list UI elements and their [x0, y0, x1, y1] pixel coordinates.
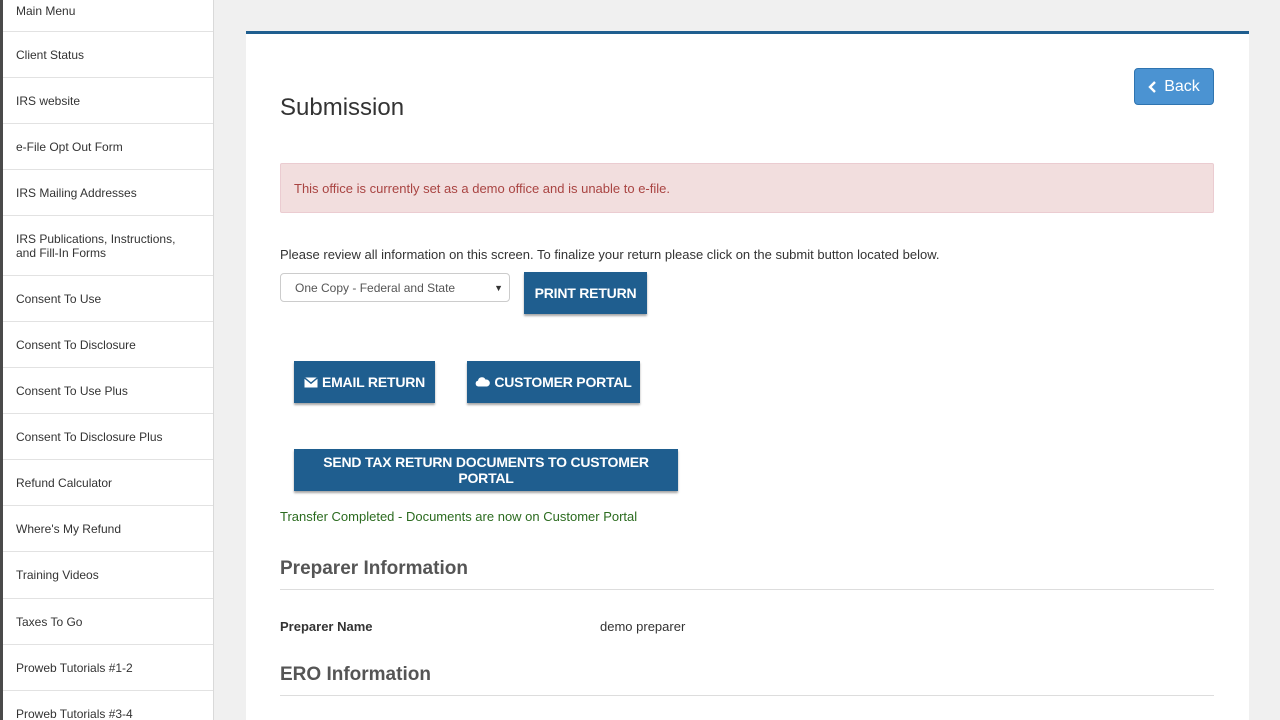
sidebar-item-irs-mailing-addresses[interactable]: IRS Mailing Addresses: [3, 170, 213, 216]
sidebar-item-efile-opt-out[interactable]: e-File Opt Out Form: [3, 124, 213, 170]
sidebar-item-label: Proweb Tutorials #1-2: [16, 660, 133, 675]
sidebar-item-proweb-tutorials-3-4[interactable]: Proweb Tutorials #3-4: [3, 691, 213, 720]
sidebar-item-consent-to-disclosure-plus[interactable]: Consent To Disclosure Plus: [3, 414, 213, 460]
sidebar-item-consent-to-disclosure[interactable]: Consent To Disclosure: [3, 322, 213, 368]
section-divider: [280, 695, 1214, 696]
demo-office-alert: This office is currently set as a demo o…: [280, 163, 1214, 213]
sidebar-item-label: Where's My Refund: [16, 521, 121, 536]
ero-information-heading: ERO Information: [280, 664, 431, 685]
print-return-button[interactable]: PRINT RETURN: [524, 272, 647, 314]
sidebar-item-client-status[interactable]: Client Status: [3, 32, 213, 78]
section-divider: [280, 589, 1214, 590]
sidebar-item-label: IRS Publications, Instructions, and Fill…: [16, 231, 176, 260]
sidebar-item-training-videos[interactable]: Training Videos: [3, 552, 213, 599]
sidebar-item-label: Consent To Use: [16, 291, 102, 306]
submission-panel: Submission Back This office is currently…: [246, 31, 1249, 720]
cloud-icon: [475, 377, 491, 387]
preparer-information-heading: Preparer Information: [280, 558, 468, 579]
sidebar-item-proweb-tutorials-1-2[interactable]: Proweb Tutorials #1-2: [3, 645, 213, 691]
preparer-name-value: demo preparer: [600, 619, 686, 634]
sidebar-item-label: Refund Calculator: [16, 475, 113, 490]
sidebar-item-label: Client Status: [16, 47, 85, 62]
sidebar-item-main-menu[interactable]: Main Menu: [3, 0, 213, 32]
page-title: Submission: [280, 94, 405, 121]
sidebar: Main Menu Client Status IRS website e-Fi…: [0, 0, 214, 720]
customer-portal-button[interactable]: CUSTOMER PORTAL: [467, 361, 640, 403]
sidebar-item-label: IRS Mailing Addresses: [16, 185, 137, 200]
sidebar-item-label: Consent To Disclosure: [16, 337, 136, 352]
sidebar-item-refund-calculator[interactable]: Refund Calculator: [3, 460, 213, 506]
customer-portal-label: CUSTOMER PORTAL: [494, 374, 632, 390]
sidebar-item-label: Consent To Use Plus: [16, 383, 128, 398]
transfer-status-message: Transfer Completed - Documents are now o…: [280, 509, 638, 524]
back-button[interactable]: Back: [1134, 68, 1214, 105]
email-return-button[interactable]: EMAIL RETURN: [294, 361, 435, 403]
caret-down-icon: ▼: [494, 283, 503, 293]
sidebar-item-wheres-my-refund[interactable]: Where's My Refund: [3, 506, 213, 552]
sidebar-item-label: Taxes To Go: [16, 614, 83, 629]
sidebar-item-consent-to-use-plus[interactable]: Consent To Use Plus: [3, 368, 213, 414]
email-return-label: EMAIL RETURN: [321, 374, 426, 390]
sidebar-item-label: Main Menu: [16, 3, 76, 18]
print-copy-select[interactable]: One Copy - Federal and State ▼: [280, 273, 510, 302]
preparer-name-label: Preparer Name: [280, 619, 373, 634]
print-copy-selected-value: One Copy - Federal and State: [295, 280, 456, 295]
sidebar-item-irs-website[interactable]: IRS website: [3, 78, 213, 124]
sidebar-item-label: IRS website: [16, 93, 81, 108]
envelope-icon: [303, 376, 318, 387]
back-button-label: Back: [1164, 77, 1200, 95]
sidebar-item-label: Proweb Tutorials #3-4: [16, 706, 133, 720]
sidebar-item-irs-publications[interactable]: IRS Publications, Instructions, and Fill…: [3, 216, 213, 276]
chevron-left-icon: [1148, 80, 1157, 93]
sidebar-item-taxes-to-go[interactable]: Taxes To Go: [3, 599, 213, 645]
sidebar-item-consent-to-use[interactable]: Consent To Use: [3, 276, 213, 322]
instructions-text: Please review all information on this sc…: [280, 247, 940, 262]
sidebar-item-label: Consent To Disclosure Plus: [16, 429, 163, 444]
send-documents-to-portal-button[interactable]: SEND TAX RETURN DOCUMENTS TO CUSTOMER PO…: [294, 449, 678, 491]
sidebar-item-label: Training Videos: [16, 568, 99, 582]
sidebar-item-label: e-File Opt Out Form: [16, 139, 123, 154]
